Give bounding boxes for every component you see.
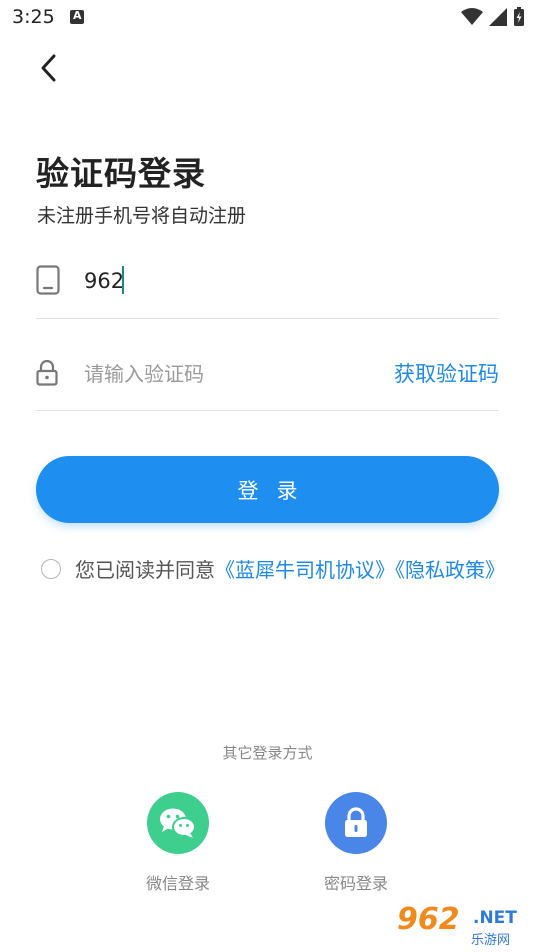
verification-code-input[interactable] [84, 358, 344, 390]
site-watermark: 962 .NET 乐游网 [395, 900, 533, 950]
privacy-policy-link[interactable]: 《隐私政策》 [395, 558, 505, 582]
status-bar: 3:25 [0, 0, 535, 38]
watermark-net: .NET [473, 908, 517, 928]
wifi-icon [461, 8, 483, 25]
wechat-circle [147, 792, 209, 854]
password-login-button[interactable]: 密码登录 [301, 792, 411, 894]
user-agreement-link[interactable]: 《蓝犀牛司机协议》 [215, 558, 395, 582]
status-time: 3:25 [12, 6, 55, 28]
login-screen: 3:25 验证码登录 未注册手机号将自动注册 获取验证码 登录 您已阅读并同意《… [0, 0, 535, 952]
padlock-icon [345, 807, 367, 837]
watermark-sub: 乐游网 [471, 933, 511, 948]
agreement-prefix: 您已阅读并同意 [75, 558, 215, 582]
notification-a-icon [70, 9, 84, 24]
agreement-checkbox[interactable] [41, 559, 61, 579]
page-title: 验证码登录 [36, 154, 206, 193]
get-code-button[interactable]: 获取验证码 [394, 358, 499, 388]
password-circle [325, 792, 387, 854]
signal-icon [489, 8, 507, 26]
chevron-left-icon [41, 54, 56, 82]
agreement-text: 您已阅读并同意《蓝犀牛司机协议》《隐私政策》 [75, 553, 505, 588]
wechat-icon [160, 808, 196, 838]
code-field-row: 获取验证码 [36, 340, 499, 411]
password-login-label: 密码登录 [323, 874, 388, 893]
phone-field-row [36, 250, 499, 319]
other-login-label: 其它登录方式 [222, 744, 313, 762]
back-button[interactable] [34, 50, 66, 86]
phone-input[interactable] [84, 264, 484, 298]
login-button[interactable]: 登录 [36, 456, 499, 523]
lock-icon [36, 360, 58, 386]
wechat-login-button[interactable]: 微信登录 [123, 792, 233, 894]
battery-icon [514, 7, 524, 26]
page-subtitle: 未注册手机号将自动注册 [37, 205, 247, 227]
phone-icon [36, 265, 60, 295]
text-cursor [122, 266, 124, 294]
status-icons [461, 6, 525, 28]
wechat-login-label: 微信登录 [145, 874, 210, 893]
watermark-brand: 962 [397, 902, 460, 937]
